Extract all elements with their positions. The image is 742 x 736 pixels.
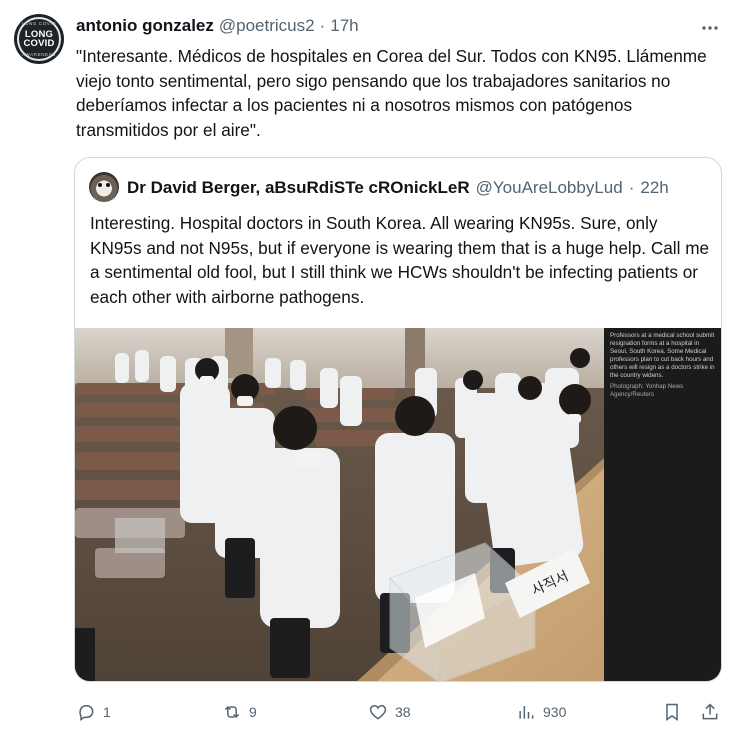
quote-time[interactable]: 22h xyxy=(640,178,668,198)
views-icon xyxy=(519,706,534,719)
bookmark-icon xyxy=(666,703,678,721)
separator: · xyxy=(319,16,326,35)
author-name[interactable]: antonio gonzalez xyxy=(76,16,214,36)
quote-header: Dr David Berger, aBsuRdiSTe cROnickLeR @… xyxy=(127,178,669,198)
reply-button[interactable]: 1 xyxy=(76,698,111,726)
quote-media-image[interactable]: 사직서 Professors at a medical school submi… xyxy=(75,328,721,681)
action-bar: 1 9 38 930 xyxy=(76,698,726,726)
like-count: 38 xyxy=(395,704,411,720)
views-count: 930 xyxy=(543,704,567,720)
more-icon[interactable] xyxy=(700,18,720,43)
avatar-line-2: COVID xyxy=(23,38,55,49)
image-caption: Professors at a medical school submit re… xyxy=(610,332,715,379)
author-handle[interactable]: @poetricus2 xyxy=(219,16,315,36)
tweet: LONG COVID LONG COVID AWARENESS antonio … xyxy=(0,0,742,736)
repost-icon xyxy=(224,705,240,719)
reply-icon xyxy=(79,705,94,721)
repost-count: 9 xyxy=(249,704,257,720)
share-button[interactable] xyxy=(700,698,720,726)
views-button[interactable]: 930 xyxy=(516,698,566,726)
avatar-top-text: LONG COVID xyxy=(21,21,57,26)
quote-avatar-eye xyxy=(106,183,110,187)
quote-avatar[interactable] xyxy=(89,172,119,202)
repost-button[interactable]: 9 xyxy=(222,698,257,726)
avatar-logo-text: LONG COVID xyxy=(23,30,55,49)
quote-separator: · xyxy=(628,178,635,197)
like-button[interactable]: 38 xyxy=(368,698,411,726)
image-credit: Photograph: Yonhap News Agency/Reuters xyxy=(610,383,684,398)
avatar[interactable]: LONG COVID LONG COVID AWARENESS xyxy=(14,14,64,64)
quote-author-handle[interactable]: @YouAreLobbyLud xyxy=(476,178,623,198)
tweet-text: "Interesante. Médicos de hospitales en C… xyxy=(76,46,707,140)
quoted-tweet[interactable]: Dr David Berger, aBsuRdiSTe cROnickLeR @… xyxy=(74,157,722,682)
quote-text: Interesting. Hospital doctors in South K… xyxy=(90,213,710,307)
tweet-time[interactable]: 17h xyxy=(330,16,358,36)
tweet-header: antonio gonzalez @poetricus2 · 17h xyxy=(76,15,359,37)
like-icon xyxy=(369,704,387,720)
share-icon xyxy=(702,703,718,720)
avatar-bottom-text: AWARENESS xyxy=(22,52,56,57)
image-caption-panel: Professors at a medical school submit re… xyxy=(604,328,721,681)
bookmark-button[interactable] xyxy=(662,698,682,726)
reply-count: 1 xyxy=(103,704,111,720)
quote-avatar-eye xyxy=(98,183,102,187)
quote-author-name[interactable]: Dr David Berger, aBsuRdiSTe cROnickLeR xyxy=(127,178,470,198)
